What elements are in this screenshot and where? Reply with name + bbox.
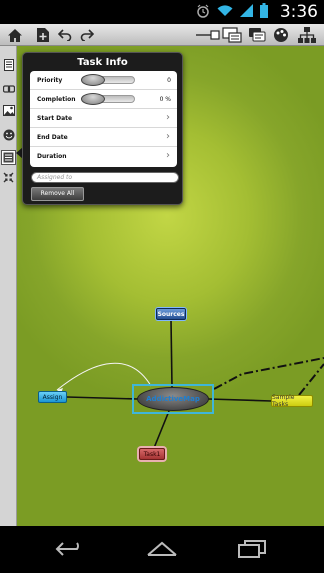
link-icon[interactable] (2, 82, 15, 95)
redo-icon[interactable] (78, 26, 96, 44)
completion-value: 0 % (159, 96, 171, 103)
node-assign[interactable]: Assign (38, 391, 67, 403)
image-icon[interactable] (2, 104, 15, 117)
panel-title: Task Info (77, 57, 128, 68)
battery-icon (260, 3, 268, 18)
tool-rail (0, 46, 17, 526)
node-task1[interactable]: Task1 (139, 448, 165, 460)
completion-slider-thumb[interactable] (81, 93, 105, 105)
recent-apps-icon[interactable] (234, 539, 270, 559)
node-sources[interactable]: Sources (156, 308, 186, 320)
start-date-row[interactable]: Start Date › (30, 109, 177, 128)
completion-slider[interactable] (81, 93, 135, 105)
chevron-right-icon: › (166, 131, 170, 142)
assigned-to-input[interactable]: Assigned to (31, 172, 179, 183)
chevron-right-icon: › (166, 112, 170, 123)
start-date-label: Start Date (37, 115, 73, 122)
node-central[interactable]: AddictiveMap (137, 387, 209, 411)
task-info-panel: Task Info Priority 0 Completion 0 % Star… (22, 52, 183, 205)
status-icons (196, 3, 268, 18)
chevron-right-icon: › (166, 150, 170, 161)
color-palette-icon[interactable] (272, 26, 290, 44)
task-icon[interactable] (1, 150, 16, 165)
remove-all-button[interactable]: Remove All (31, 187, 84, 201)
end-date-label: End Date (37, 134, 68, 141)
end-date-row[interactable]: End Date › (30, 128, 177, 147)
priority-slider-thumb[interactable] (81, 74, 105, 86)
node-style-icon[interactable] (222, 26, 242, 44)
notes-icon[interactable] (2, 58, 15, 71)
duration-label: Duration (37, 153, 67, 160)
priority-label: Priority (37, 77, 63, 84)
back-icon[interactable] (52, 539, 88, 559)
task-info-list: Priority 0 Completion 0 % Start Date › E… (30, 71, 177, 167)
collapse-icon[interactable] (2, 171, 15, 184)
home-icon[interactable] (6, 26, 24, 44)
priority-slider[interactable] (81, 74, 135, 86)
alarm-icon (196, 4, 210, 18)
smiley-icon[interactable] (2, 128, 15, 141)
priority-value: 0 (167, 77, 171, 84)
add-document-icon[interactable] (34, 26, 52, 44)
undo-icon[interactable] (56, 26, 74, 44)
status-time: 3:36 (279, 2, 318, 22)
link-style-icon[interactable] (196, 26, 220, 44)
signal-icon (240, 4, 253, 17)
chat-icon[interactable] (248, 26, 266, 44)
completion-label: Completion (37, 96, 76, 103)
home-nav-icon[interactable] (144, 539, 180, 559)
node-sample-tasks[interactable]: Sample Tasks (271, 394, 313, 408)
toolbar (0, 24, 324, 46)
wifi-icon (217, 4, 233, 17)
priority-row: Priority 0 (30, 71, 177, 90)
duration-row[interactable]: Duration › (30, 147, 177, 167)
status-bar: 3:36 (0, 0, 324, 24)
navigation-bar (0, 526, 324, 573)
completion-row: Completion 0 % (30, 90, 177, 109)
hierarchy-icon[interactable] (296, 26, 318, 44)
